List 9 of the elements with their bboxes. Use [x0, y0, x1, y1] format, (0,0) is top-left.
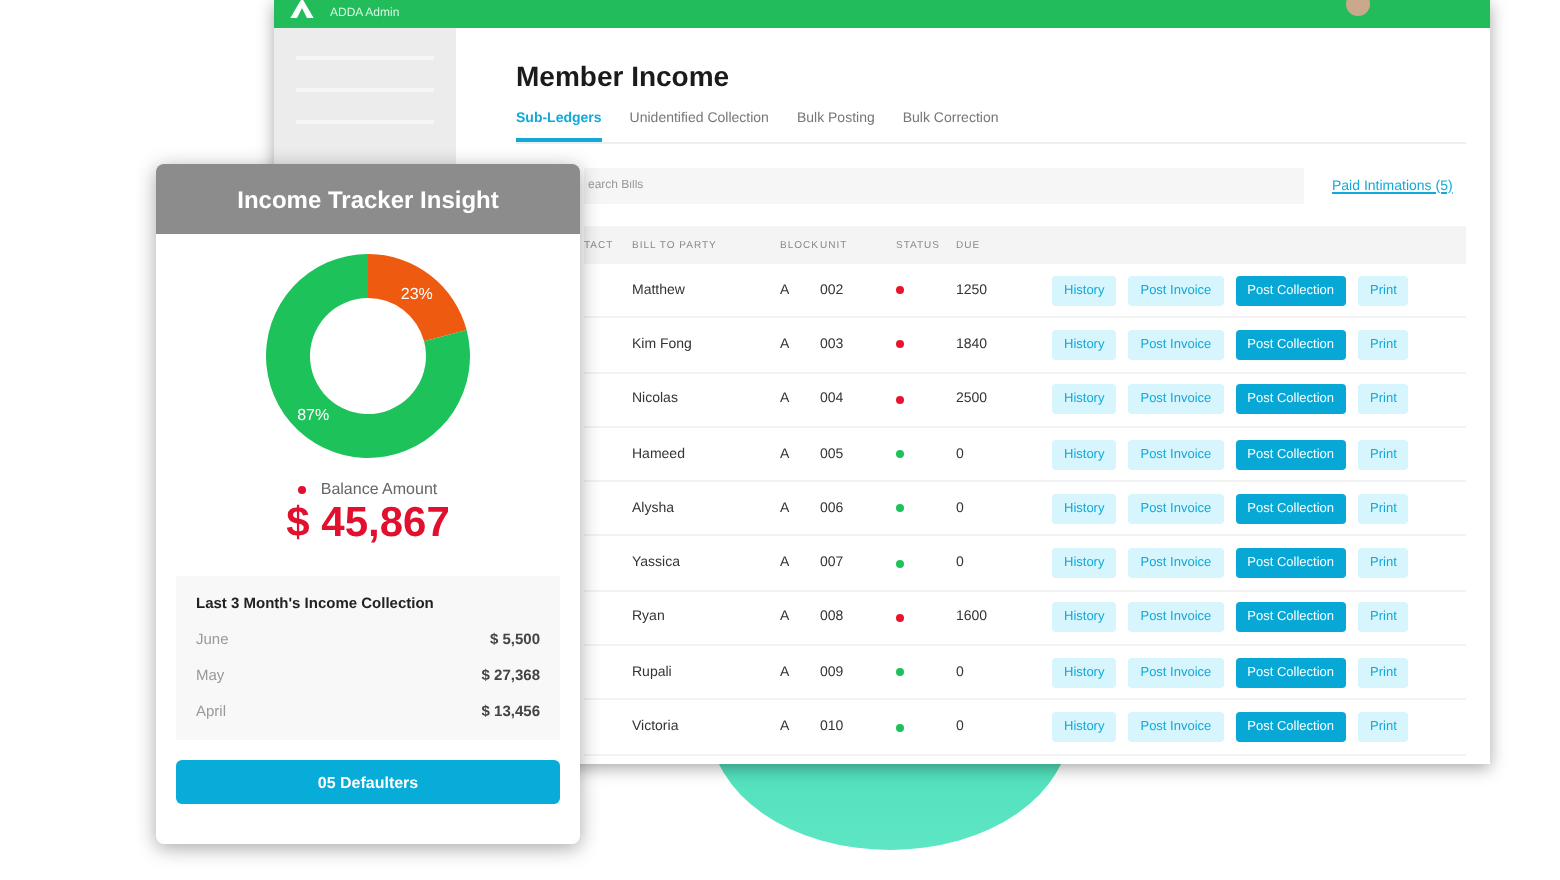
balance-amount: $ 45,867 [286, 500, 450, 548]
page-title: Member Income [516, 60, 732, 92]
card-title: Income Tracker Insight [237, 185, 499, 213]
slice-label: 23% [400, 284, 433, 303]
balance-label: Balance Amount [320, 480, 438, 498]
legend-dot [298, 485, 307, 493]
logo-icon [290, 0, 314, 18]
slice-label: 87% [297, 406, 330, 425]
defaulters-button[interactable]: 05 Defaulters [176, 760, 560, 804]
